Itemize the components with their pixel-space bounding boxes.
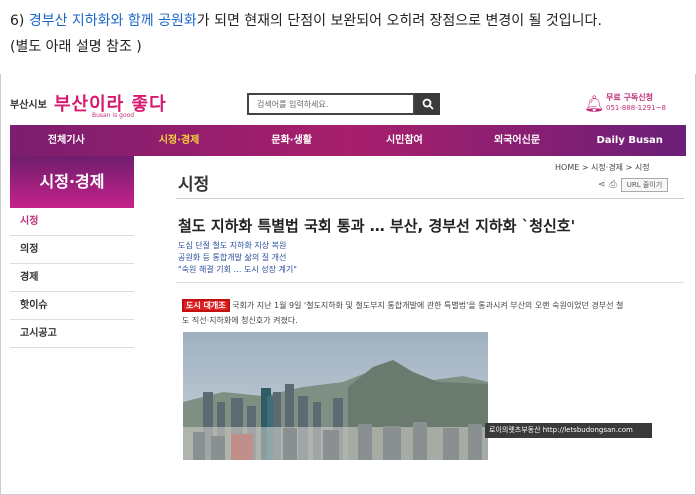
body-highlight: 도시 대개조	[182, 299, 230, 312]
divider	[176, 282, 684, 283]
print-icon[interactable]: ⎙	[610, 180, 617, 190]
subscribe-link[interactable]: 🔔︎ 무료 구독신청 051-888-1291~8	[584, 92, 684, 118]
article-body: 도시 대개조 국회가 지난 1월 9일 '철도지하화 및 철도부지 통합개발에 …	[182, 298, 682, 328]
sidebar-item-city[interactable]: 시정	[10, 208, 134, 236]
photo-watermark: 로이의렛츠부동산 http://letsbudongsan.com	[485, 423, 652, 438]
sidebar-title: 시정·경제	[10, 156, 134, 208]
main-nav: 전체기사 시정·경제 문화·생활 시민참여 외국어신문 Daily Busan	[10, 125, 686, 156]
caption: 6) 경부산 지하화와 함께 공원화가 되면 현재의 단점이 보완되어 오히려 …	[10, 8, 690, 60]
share-tools: ⋖ ⎙ URL 줄이기	[598, 178, 669, 192]
body-line-1: 국회가 지난 1월 9일 '철도지하화 및 철도부지 통합개발에 관한 특별법'…	[229, 301, 624, 310]
subhead: "숙원 해결 기회 … 도시 성장 계기"	[178, 265, 297, 274]
caption-line-2: (별도 아래 설명 참조 )	[10, 39, 142, 55]
nav-item-all[interactable]: 전체기사	[10, 125, 123, 156]
nav-item-city-economy[interactable]: 시정·경제	[123, 125, 236, 156]
url-shorten-button[interactable]: URL 줄이기	[620, 178, 669, 192]
subscribe-phone: 051-888-1291~8	[606, 104, 666, 112]
search-icon	[422, 98, 434, 110]
sidebar-item-notice[interactable]: 고시공고	[10, 320, 134, 348]
body-line-2: 도 직선·지하화에 청신호가 켜졌다.	[182, 316, 298, 325]
article-photo	[183, 332, 488, 460]
sidebar-item-hot-issue[interactable]: 핫이슈	[10, 292, 134, 320]
nav-item-foreign[interactable]: 외국어신문	[461, 125, 574, 156]
search-button[interactable]	[415, 93, 440, 115]
caption-line-1-rest: 가 되면 현재의 단점이 보완되어 오히려 장점으로 변경이 될 것입니다.	[196, 13, 602, 29]
brand-small: 부산시보	[10, 100, 47, 111]
city-skyline-image	[183, 332, 488, 460]
section-title: 시정	[178, 175, 210, 195]
subscribe-label: 무료 구독신청	[606, 93, 653, 102]
nav-item-culture[interactable]: 문화·생활	[235, 125, 348, 156]
breadcrumb: HOME > 시정·경제 > 시정	[555, 163, 650, 172]
sidebar: 시정 의정 경제 핫이슈 고시공고	[10, 208, 134, 348]
article-subheads: 도심 단절 철도 지하화 지상 복원 공원화 등 통합개발 삶의 질 개선 "숙…	[178, 240, 297, 276]
caption-prefix: 6)	[10, 13, 29, 29]
site-header: 부산시보 부산이라 좋다 Busan is good 검색어를 입력하세요. 🔔…	[10, 90, 686, 122]
search-input[interactable]: 검색어를 입력하세요.	[247, 93, 415, 115]
article-headline: 철도 지하화 특별법 국회 통과 … 부산, 경부선 지하화 `청신호'	[178, 217, 576, 235]
nav-item-participation[interactable]: 시민참여	[348, 125, 461, 156]
sidebar-item-economy[interactable]: 경제	[10, 264, 134, 292]
share-icon[interactable]: ⋖	[598, 180, 606, 190]
caption-line-1: 6) 경부산 지하화와 함께 공원화가 되면 현재의 단점이 보완되어 오히려 …	[10, 8, 690, 34]
bell-icon: 🔔︎	[584, 94, 605, 113]
subhead: 도심 단절 철도 지하화 지상 복원	[178, 241, 287, 250]
sidebar-item-council[interactable]: 의정	[10, 236, 134, 264]
divider	[176, 198, 684, 199]
subhead: 공원화 등 통합개발 삶의 질 개선	[178, 253, 287, 262]
nav-item-daily-busan[interactable]: Daily Busan	[573, 125, 686, 156]
caption-highlight: 경부산 지하화와 함께 공원화	[28, 13, 197, 29]
brand-tagline: Busan is good	[92, 112, 135, 119]
